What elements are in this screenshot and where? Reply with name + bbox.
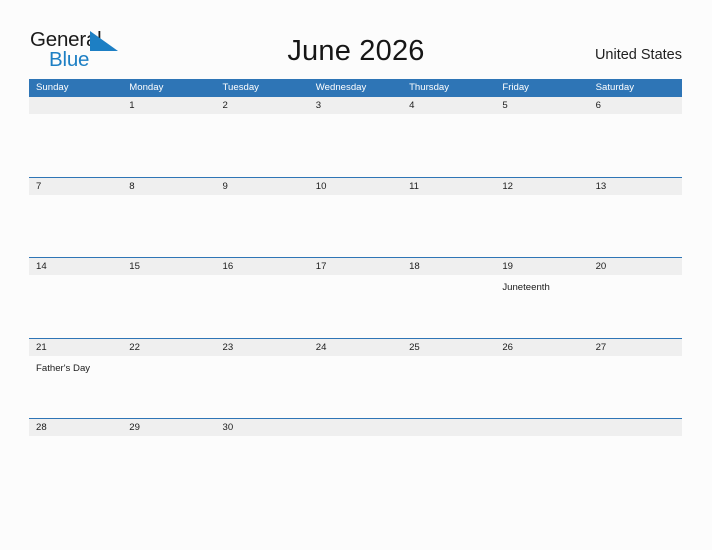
day-cell[interactable] xyxy=(309,114,402,177)
day-cell[interactable] xyxy=(29,275,122,338)
day-number[interactable] xyxy=(402,419,495,436)
date-band: 14 15 16 17 18 19 20 xyxy=(29,258,682,276)
day-cell[interactable] xyxy=(216,114,309,177)
day-number[interactable]: 15 xyxy=(122,258,215,275)
day-number[interactable]: 7 xyxy=(29,178,122,195)
day-number[interactable]: 12 xyxy=(495,178,588,195)
day-cell[interactable] xyxy=(495,195,588,258)
day-number[interactable]: 17 xyxy=(309,258,402,275)
day-cell[interactable] xyxy=(589,356,682,419)
day-cell[interactable] xyxy=(402,356,495,419)
day-cell[interactable] xyxy=(122,436,215,499)
weekday-header-wednesday: Wednesday xyxy=(315,82,367,93)
date-band: 21 22 23 24 25 26 27 xyxy=(29,338,682,356)
day-cell[interactable] xyxy=(402,114,495,177)
day-cell[interactable] xyxy=(589,195,682,258)
day-cell[interactable] xyxy=(589,114,682,177)
day-cell[interactable] xyxy=(216,436,309,499)
day-cell[interactable] xyxy=(29,195,122,258)
day-number[interactable]: 28 xyxy=(29,419,122,436)
day-number[interactable]: 19 xyxy=(495,258,588,275)
day-cell[interactable] xyxy=(122,114,215,177)
event-label: Father's Day xyxy=(36,362,91,374)
day-cell[interactable] xyxy=(122,275,215,338)
week-row: 1 2 3 4 5 6 xyxy=(29,96,682,177)
day-number[interactable]: 10 xyxy=(309,178,402,195)
day-number[interactable]: 13 xyxy=(589,178,682,195)
day-cell[interactable] xyxy=(309,436,402,499)
day-cell[interactable] xyxy=(216,195,309,258)
day-number[interactable]: 27 xyxy=(589,339,682,356)
weekday-header-thursday: Thursday xyxy=(409,82,450,93)
day-number[interactable]: 22 xyxy=(122,339,215,356)
week-row: 28 29 30 xyxy=(29,418,682,499)
day-cell[interactable] xyxy=(216,356,309,419)
calendar-grid: Sunday Monday Tuesday Wednesday Thursday… xyxy=(29,79,682,499)
week-row: 21 22 23 24 25 26 27 Father's Day xyxy=(29,337,682,419)
day-number[interactable]: 14 xyxy=(29,258,122,275)
date-band: 7 8 9 10 11 12 13 xyxy=(29,177,682,195)
day-cell[interactable] xyxy=(589,275,682,338)
day-number[interactable]: 25 xyxy=(402,339,495,356)
day-number[interactable] xyxy=(589,419,682,436)
day-number[interactable] xyxy=(29,97,122,114)
weekday-header-saturday: Saturday xyxy=(595,82,634,93)
day-number[interactable]: 2 xyxy=(216,97,309,114)
event-band xyxy=(29,195,682,258)
event-label: Juneteenth xyxy=(502,282,550,294)
day-number[interactable]: 29 xyxy=(122,419,215,436)
day-cell[interactable] xyxy=(309,195,402,258)
event-band xyxy=(29,436,682,499)
event-band: Father's Day xyxy=(29,356,682,419)
day-number[interactable]: 8 xyxy=(122,178,215,195)
day-number[interactable]: 3 xyxy=(309,97,402,114)
weekday-header-row: Sunday Monday Tuesday Wednesday Thursday… xyxy=(29,79,682,96)
day-number[interactable]: 11 xyxy=(402,178,495,195)
country-label: United States xyxy=(594,47,682,63)
day-number[interactable]: 23 xyxy=(216,339,309,356)
day-cell[interactable] xyxy=(122,356,215,419)
day-cell[interactable] xyxy=(495,356,588,419)
day-number[interactable]: 18 xyxy=(402,258,495,275)
day-number[interactable]: 20 xyxy=(589,258,682,275)
weekday-header-monday: Monday xyxy=(129,82,164,93)
day-cell[interactable] xyxy=(402,275,495,338)
date-band: 1 2 3 4 5 6 xyxy=(29,97,682,114)
day-number[interactable]: 6 xyxy=(589,97,682,114)
day-number[interactable]: 30 xyxy=(216,419,309,436)
day-number[interactable]: 5 xyxy=(495,97,588,114)
event-band xyxy=(29,114,682,177)
day-cell[interactable] xyxy=(216,275,309,338)
week-row: 14 15 16 17 18 19 20 Juneteenth xyxy=(29,257,682,338)
event-band: Juneteenth xyxy=(29,275,682,338)
day-number[interactable]: 4 xyxy=(402,97,495,114)
day-number[interactable] xyxy=(309,419,402,436)
day-cell[interactable] xyxy=(29,436,122,499)
day-cell[interactable] xyxy=(495,436,588,499)
day-cell[interactable] xyxy=(402,195,495,258)
day-cell-fathers-day[interactable]: Father's Day xyxy=(29,356,122,419)
day-number[interactable] xyxy=(495,419,588,436)
day-number[interactable]: 21 xyxy=(29,339,122,356)
day-cell[interactable] xyxy=(309,356,402,419)
day-number[interactable]: 24 xyxy=(309,339,402,356)
day-cell[interactable] xyxy=(402,436,495,499)
day-number[interactable]: 1 xyxy=(122,97,215,114)
day-cell[interactable] xyxy=(495,114,588,177)
weekday-header-tuesday: Tuesday xyxy=(222,82,259,93)
day-number[interactable]: 16 xyxy=(216,258,309,275)
weekday-header-sunday: Sunday xyxy=(36,82,69,93)
day-cell[interactable] xyxy=(29,114,122,177)
weekday-header-friday: Friday xyxy=(502,82,529,93)
day-cell[interactable] xyxy=(589,436,682,499)
day-cell-juneteenth[interactable]: Juneteenth xyxy=(495,275,588,338)
date-band: 28 29 30 xyxy=(29,419,682,437)
day-number[interactable]: 9 xyxy=(216,178,309,195)
page-header: General Blue June 2026 United States xyxy=(0,0,712,79)
day-number[interactable]: 26 xyxy=(495,339,588,356)
day-cell[interactable] xyxy=(309,275,402,338)
week-row: 7 8 9 10 11 12 13 xyxy=(29,176,682,258)
day-cell[interactable] xyxy=(122,195,215,258)
